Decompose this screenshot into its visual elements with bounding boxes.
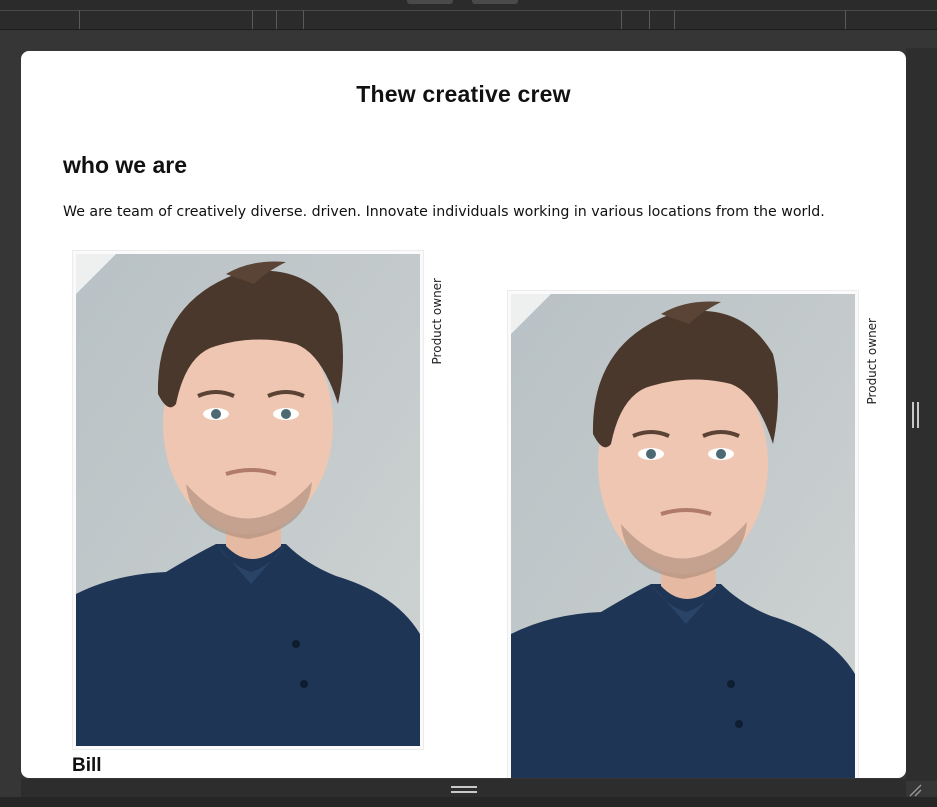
member-photo bbox=[72, 250, 424, 750]
person-portrait-icon bbox=[76, 254, 420, 746]
toolbar-separator bbox=[621, 10, 622, 29]
toolbar-separator bbox=[276, 10, 277, 29]
toolbar-separator bbox=[79, 10, 80, 29]
toolbar-tab[interactable] bbox=[407, 0, 453, 4]
preview-card: Thew creative crew who we are We are tea… bbox=[21, 51, 906, 778]
toolbar-row bbox=[0, 10, 937, 29]
member-photo bbox=[507, 290, 859, 778]
right-panel-gutter bbox=[906, 48, 937, 781]
section-heading: who we are bbox=[63, 152, 187, 178]
vertical-resize-handle[interactable] bbox=[912, 402, 919, 428]
toolbar-separator bbox=[252, 10, 253, 29]
toolbar-separator bbox=[303, 10, 304, 29]
status-strip bbox=[0, 797, 937, 807]
person-portrait-icon bbox=[511, 294, 855, 778]
member-role: Product owner bbox=[865, 318, 879, 405]
editor-toolbar bbox=[0, 0, 937, 30]
toolbar-tab[interactable] bbox=[472, 0, 518, 4]
intro-text: We are team of creatively diverse. drive… bbox=[63, 204, 825, 220]
toolbar-separator bbox=[674, 10, 675, 29]
resize-grip-icon[interactable] bbox=[908, 783, 922, 797]
toolbar-separator bbox=[845, 10, 846, 29]
horizontal-resize-handle[interactable] bbox=[451, 786, 477, 793]
member-role: Product owner bbox=[430, 278, 444, 365]
page-title: Thew creative crew bbox=[356, 81, 571, 107]
member-name: Bill Mahoney bbox=[72, 755, 154, 778]
toolbar-separator bbox=[649, 10, 650, 29]
